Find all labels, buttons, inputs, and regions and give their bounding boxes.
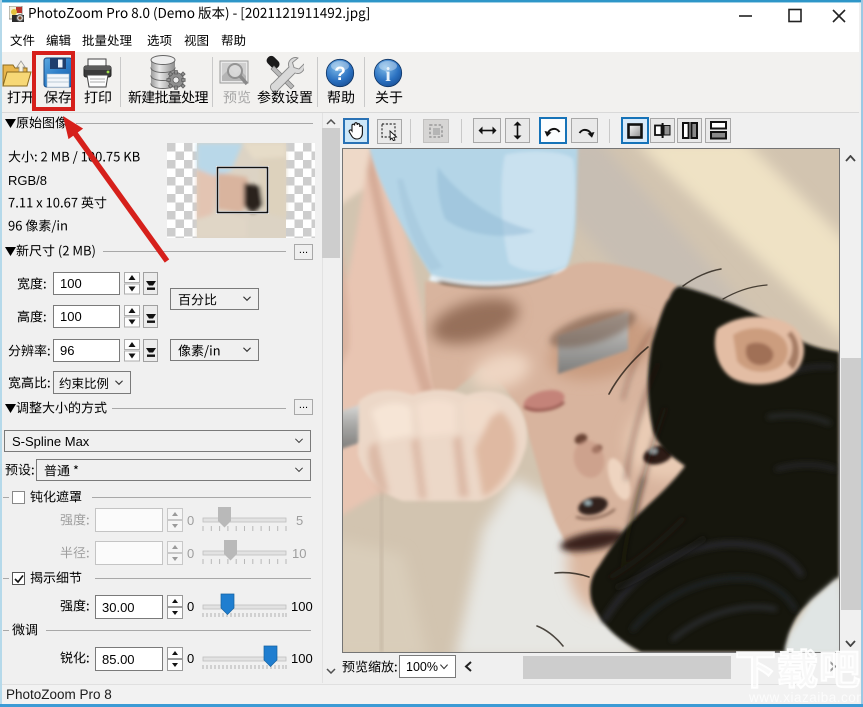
svg-text:i: i xyxy=(385,64,391,86)
svg-text:?: ? xyxy=(334,64,346,85)
